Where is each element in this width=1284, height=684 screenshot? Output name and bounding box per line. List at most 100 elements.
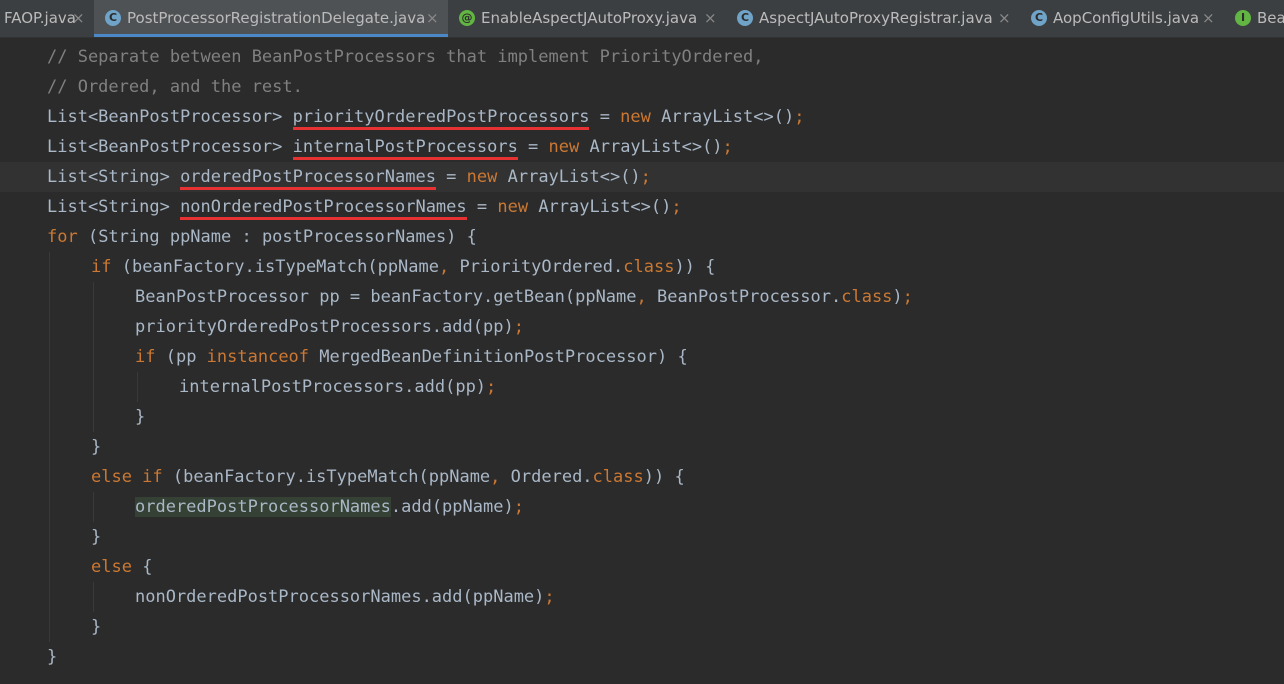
code-token: List<String> <box>47 167 181 187</box>
code-line[interactable]: internalPostProcessors.add(pp); <box>0 372 1284 402</box>
indent-guide <box>49 372 50 402</box>
code-line[interactable]: } <box>0 402 1284 432</box>
code-token: BeanPostProcessor. <box>646 287 842 307</box>
keyword-token: ; <box>640 167 651 187</box>
code-token: List<String> <box>47 197 181 217</box>
code-line[interactable]: nonOrderedPostProcessorNames.add(ppName)… <box>0 582 1284 612</box>
code-text: else if (beanFactory.isTypeMatch(ppName,… <box>91 462 685 492</box>
keyword-token: , <box>490 467 501 487</box>
code-line[interactable]: } <box>0 432 1284 462</box>
code-line[interactable]: orderedPostProcessorNames.add(ppName); <box>0 492 1284 522</box>
indent-guide <box>49 522 50 552</box>
code-line[interactable]: else if (beanFactory.isTypeMatch(ppName,… <box>0 462 1284 492</box>
indent-guide <box>49 402 50 432</box>
comment-token: // Ordered, and the rest. <box>47 77 303 97</box>
code-token: = <box>517 137 549 157</box>
code-text: } <box>47 642 57 672</box>
keyword-token: class <box>623 257 675 277</box>
editor-tab-2[interactable]: @ EnableAspectJAutoProxy.java × <box>448 0 726 37</box>
code-text: } <box>135 402 145 432</box>
code-line[interactable]: } <box>0 522 1284 552</box>
underlined-identifier: internalPostProcessors <box>292 137 518 160</box>
code-token: } <box>91 437 102 457</box>
code-line[interactable]: if (beanFactory.isTypeMatch(ppName, Prio… <box>0 252 1284 282</box>
code-token: } <box>47 647 58 667</box>
indent-guide <box>49 432 50 462</box>
code-text: else { <box>91 552 152 582</box>
editor-tab-1[interactable]: C PostProcessorRegistrationDelegate.java × <box>94 0 448 37</box>
code-line[interactable]: List<String> nonOrderedPostProcessorName… <box>0 192 1284 222</box>
code-token: Ordered. <box>500 467 593 487</box>
code-token: = <box>435 167 467 187</box>
code-token: internalPostProcessors.add(pp) <box>179 377 487 397</box>
code-line[interactable]: BeanPostProcessor pp = beanFactory.getBe… <box>0 282 1284 312</box>
code-editor[interactable]: // Separate between BeanPostProcessors t… <box>0 38 1284 684</box>
indent-guide <box>93 342 94 372</box>
code-text: orderedPostProcessorNames.add(ppName); <box>135 492 524 522</box>
editor-tab-0[interactable]: FAOP.java × <box>0 0 94 37</box>
code-token: ArrayList<>() <box>528 197 672 217</box>
ide-window: FAOP.java × C PostProcessorRegistrationDele… <box>0 0 1284 684</box>
code-token: } <box>91 527 102 547</box>
code-text: List<String> orderedPostProcessorNames =… <box>47 162 651 192</box>
code-line[interactable]: // Ordered, and the rest. <box>0 72 1284 102</box>
code-token: ) <box>892 287 903 307</box>
code-token: } <box>135 407 146 427</box>
keyword-token: instanceof <box>206 347 310 367</box>
class-icon: C <box>105 10 121 26</box>
code-line[interactable]: if (pp instanceof MergedBeanDefinitionPo… <box>0 342 1284 372</box>
keyword-token: class <box>592 467 644 487</box>
keyword-token: ; <box>486 377 497 397</box>
code-line[interactable]: priorityOrderedPostProcessors.add(pp); <box>0 312 1284 342</box>
close-tab-icon[interactable]: × <box>998 0 1011 37</box>
code-line[interactable]: // Separate between BeanPostProcessors t… <box>0 42 1284 72</box>
keyword-token: ; <box>794 107 805 127</box>
keyword-token: new <box>497 197 529 217</box>
code-line[interactable]: } <box>0 642 1284 672</box>
indent-guide <box>137 372 138 402</box>
indent-guide <box>49 282 50 312</box>
code-text: if (beanFactory.isTypeMatch(ppName, Prio… <box>91 252 715 282</box>
keyword-token: if <box>91 257 112 277</box>
code-token: List<BeanPostProcessor> <box>47 137 293 157</box>
class-icon: C <box>1031 10 1047 26</box>
code-token: ArrayList<>() <box>650 107 795 127</box>
code-text: BeanPostProcessor pp = beanFactory.getBe… <box>135 282 913 312</box>
code-line[interactable]: } <box>0 612 1284 642</box>
code-line[interactable]: List<BeanPostProcessor> internalPostProc… <box>0 132 1284 162</box>
keyword-token: new <box>466 167 498 187</box>
highlighted-identifier: orderedPostProcessorNames <box>135 497 391 517</box>
code-line[interactable]: else { <box>0 552 1284 582</box>
code-token: } <box>91 617 102 637</box>
code-text: nonOrderedPostProcessorNames.add(ppName)… <box>135 582 555 612</box>
code-text: List<String> nonOrderedPostProcessorName… <box>47 192 682 222</box>
code-token: )) { <box>674 257 716 277</box>
close-tab-icon[interactable]: × <box>704 0 717 37</box>
code-token: (beanFactory.isTypeMatch(ppName <box>111 257 439 277</box>
code-token: (pp <box>155 347 207 367</box>
keyword-token: ; <box>513 497 524 517</box>
close-tab-icon[interactable]: × <box>72 0 85 37</box>
code-token: = <box>589 107 621 127</box>
class-icon: C <box>737 10 753 26</box>
keyword-token: ; <box>722 137 733 157</box>
close-tab-icon[interactable]: × <box>426 0 439 34</box>
indent-guide <box>93 582 94 612</box>
editor-tab-5[interactable]: I Bear <box>1224 0 1284 37</box>
current-code-line[interactable]: List<String> orderedPostProcessorNames =… <box>0 162 1284 192</box>
keyword-token: for <box>47 227 78 247</box>
indent-guide <box>49 462 50 492</box>
indent-guide <box>49 552 50 582</box>
code-text: priorityOrderedPostProcessors.add(pp); <box>135 312 524 342</box>
indent-guide <box>49 342 50 372</box>
code-line[interactable]: for (String ppName : postProcessorNames)… <box>0 222 1284 252</box>
editor-tab-3[interactable]: C AspectJAutoProxyRegistrar.java × <box>726 0 1020 37</box>
editor-tab-4[interactable]: C AopConfigUtils.java × <box>1020 0 1224 37</box>
keyword-token: , <box>636 287 647 307</box>
code-token: BeanPostProcessor pp = beanFactory.getBe… <box>135 287 637 307</box>
code-token: PriorityOrdered. <box>449 257 624 277</box>
code-line[interactable]: List<BeanPostProcessor> priorityOrderedP… <box>0 102 1284 132</box>
close-tab-icon[interactable]: × <box>1202 0 1215 37</box>
code-token: (String ppName : postProcessorNames) { <box>77 227 477 247</box>
code-text: } <box>91 612 101 642</box>
